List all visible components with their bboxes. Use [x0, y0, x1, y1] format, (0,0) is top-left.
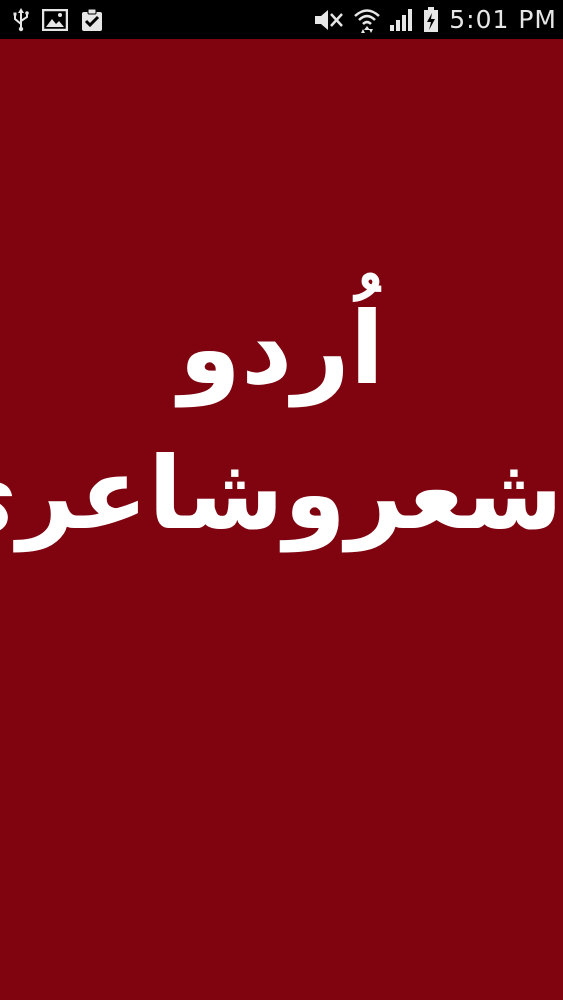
status-bar-system: 5:01 PM — [313, 5, 557, 34]
clipboard-check-icon — [80, 7, 104, 33]
splash-screen: اُردو شعروشاعری — [0, 39, 563, 1000]
app-title-line-1: اُردو — [178, 290, 385, 407]
app-title: اُردو شعروشاعری — [0, 279, 563, 569]
battery-charging-icon — [423, 6, 439, 33]
app-title-line-2: شعروشاعری — [0, 435, 563, 552]
status-bar: 5:01 PM — [0, 0, 563, 39]
status-bar-notifications — [12, 7, 104, 33]
status-clock: 5:01 PM — [449, 5, 557, 34]
wifi-icon — [353, 7, 381, 33]
usb-icon — [12, 7, 30, 33]
image-icon — [42, 7, 68, 33]
screen: 5:01 PM اُردو شعروشاعری — [0, 0, 563, 1000]
signal-icon — [389, 7, 415, 33]
mute-icon — [313, 7, 345, 33]
